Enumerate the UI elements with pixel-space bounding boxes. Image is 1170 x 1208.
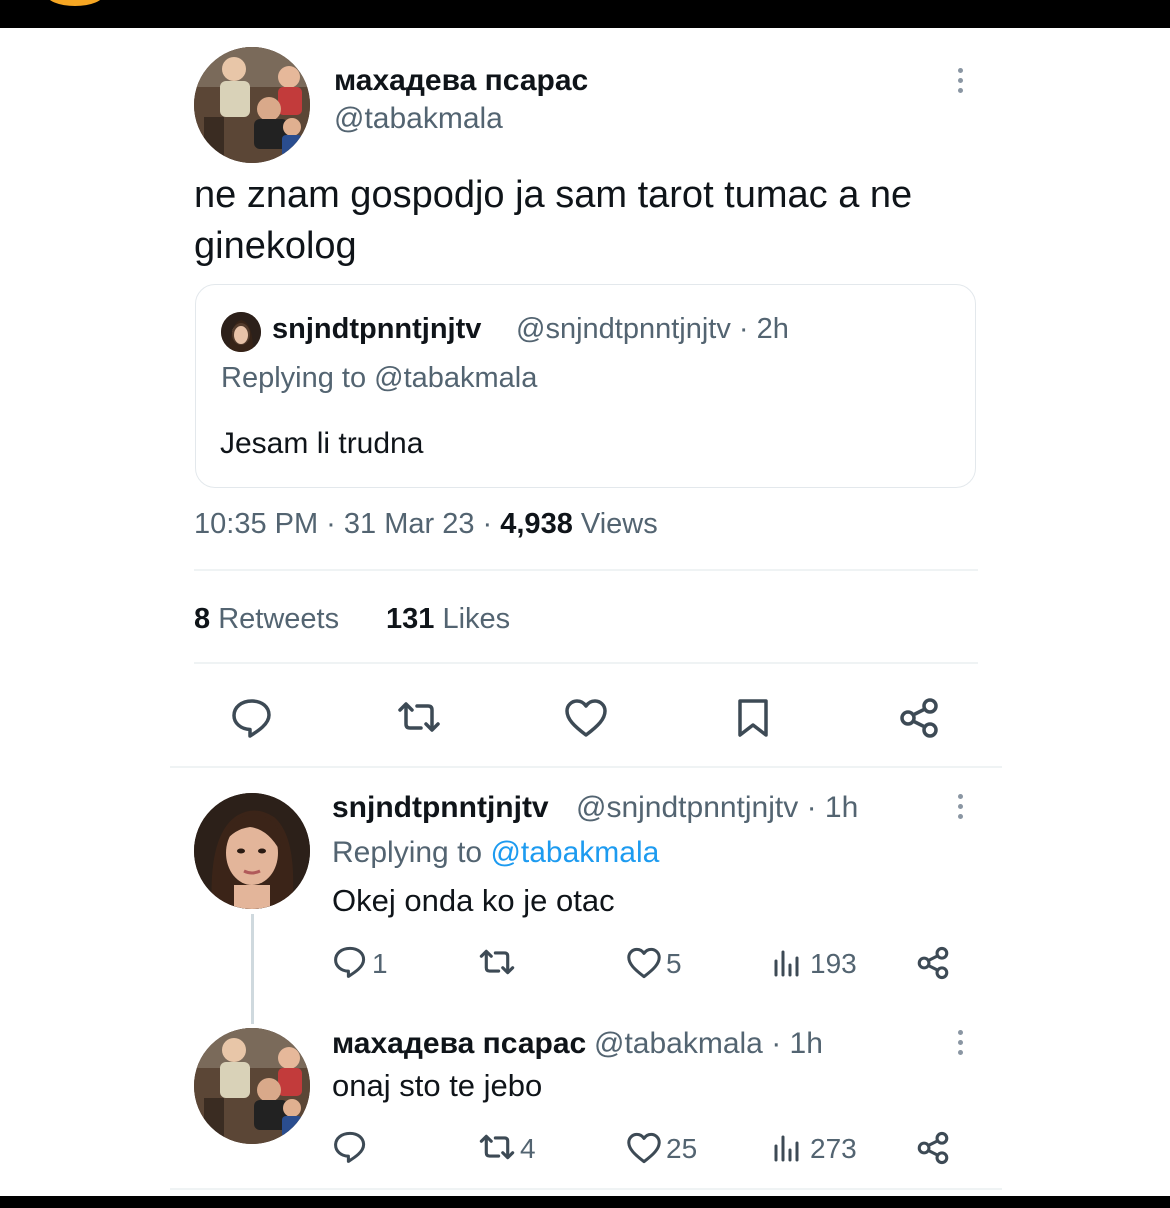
reply-author-handle[interactable]: @snjndtpnntjnjtv · 1h (576, 791, 858, 825)
divider (194, 569, 978, 571)
author-avatar[interactable] (194, 47, 310, 163)
views-count: 4,938 (500, 508, 573, 540)
views-icon[interactable] (772, 1133, 802, 1163)
retweet-count: 4 (520, 1133, 536, 1164)
bottom-bar (0, 1196, 1170, 1208)
divider (194, 662, 978, 664)
retweet-icon[interactable] (478, 1133, 516, 1161)
status-indicator (46, 0, 104, 6)
like-icon[interactable] (626, 947, 662, 979)
reply-author-name[interactable]: snjndtpnntjnjtv (332, 791, 549, 825)
share-icon[interactable] (916, 1131, 950, 1165)
retweets-label: Retweets (210, 603, 340, 635)
reply-text: onaj sto te jebo (332, 1068, 543, 1103)
replying-handle-link[interactable]: @tabakmala (490, 836, 659, 869)
reply-icon[interactable] (231, 698, 273, 738)
tweet-text-line-2: ginekolog (194, 225, 357, 267)
more-icon[interactable] (958, 1030, 964, 1060)
like-icon[interactable] (564, 698, 608, 738)
share-icon[interactable] (898, 697, 940, 739)
reply-count: 1 (372, 948, 388, 979)
retweet-icon[interactable] (478, 948, 516, 976)
replying-prefix: Replying to (332, 836, 491, 869)
quoted-author-avatar (221, 312, 261, 352)
quoted-tweet-text: Jesam li trudna (220, 427, 424, 460)
more-icon[interactable] (958, 794, 964, 824)
reply-author-handle[interactable]: @tabakmala · 1h (594, 1027, 823, 1061)
reply-text: Okej onda ko je otac (332, 883, 615, 918)
tweet-text-line-1: ne znam gospodjo ja sam tarot tumac a ne (194, 174, 913, 216)
bookmark-icon[interactable] (736, 697, 770, 739)
retweets-count: 8 (194, 603, 211, 635)
likes-stat[interactable]: 131 Likes (386, 603, 510, 636)
top-bar (0, 0, 1170, 28)
reply-replying-to: Replying to @tabakmala (332, 836, 659, 870)
more-icon[interactable] (958, 68, 964, 98)
retweet-icon[interactable] (396, 700, 442, 734)
thread-line (251, 914, 254, 1024)
views-icon[interactable] (772, 948, 802, 978)
quoted-author-handle: @snjndtpnntjnjtv · 2h (516, 313, 789, 345)
views-label[interactable]: Views (573, 508, 658, 540)
view-count: 273 (810, 1133, 857, 1164)
divider (170, 1188, 1002, 1190)
reply-icon[interactable] (333, 1131, 367, 1163)
like-count: 5 (666, 948, 682, 979)
share-icon[interactable] (916, 946, 950, 980)
like-icon[interactable] (626, 1132, 662, 1164)
tweet-time: 10:35 PM · 31 Mar 23 · (194, 508, 501, 540)
divider (170, 766, 1002, 768)
quoted-replying-to: Replying to @tabakmala (221, 362, 538, 394)
likes-count: 131 (386, 603, 435, 635)
author-name[interactable]: махадева псарас (334, 64, 588, 98)
quoted-author-name: snjndtpnntjnjtv (272, 313, 482, 345)
author-handle[interactable]: @tabakmala (334, 102, 503, 136)
reply-author-avatar[interactable] (194, 1028, 310, 1144)
reply-author-name[interactable]: махадева псарас (332, 1027, 586, 1061)
like-count: 25 (666, 1133, 698, 1164)
view-count: 193 (810, 948, 857, 979)
tweet-meta: 10:35 PM · 31 Mar 23 · 4,938 Views (194, 508, 658, 541)
reply-icon[interactable] (333, 946, 367, 978)
likes-label: Likes (434, 603, 511, 635)
reply-author-avatar[interactable] (194, 793, 310, 909)
retweets-stat[interactable]: 8 Retweets (194, 603, 339, 636)
